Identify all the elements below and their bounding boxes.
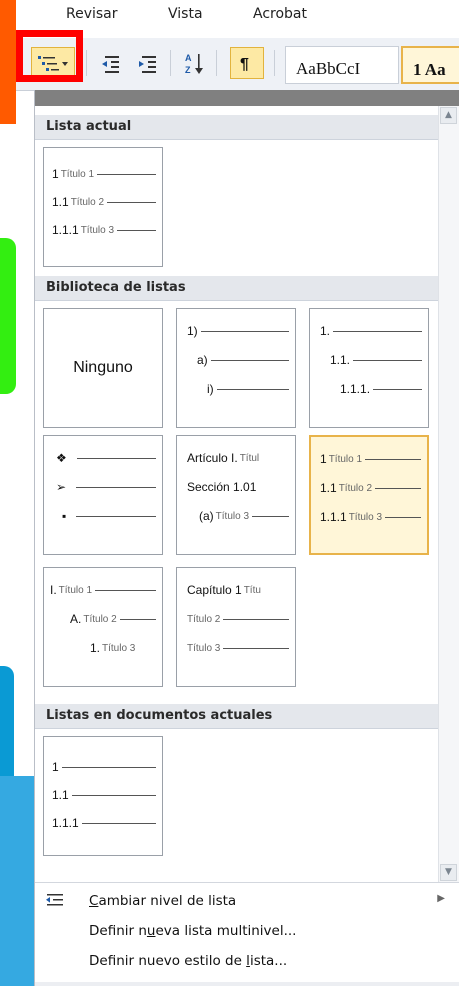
- list-level-row: 1 Título 1: [320, 451, 421, 467]
- sort-az-icon: A Z: [185, 53, 203, 75]
- list-level-row: I. Título 1: [50, 582, 156, 598]
- scroll-down-icon[interactable]: ▼: [440, 864, 457, 881]
- none-label: Ninguno: [73, 359, 133, 376]
- list-style-chapters[interactable]: Capítulo 1 Títu Título 2 Título 3: [176, 567, 296, 687]
- list-level-row: i): [207, 381, 289, 397]
- submenu-arrow-icon: ▶: [437, 893, 445, 904]
- list-level-row: (a) Título 3: [199, 508, 289, 524]
- list-level-row: 1.1.1: [52, 815, 156, 831]
- style-preview-label: AaBbCcI: [296, 59, 361, 78]
- list-level-row: Título 3: [185, 640, 289, 656]
- increase-indent-icon: [139, 56, 156, 73]
- increase-indent-button[interactable]: [132, 47, 164, 79]
- list-style-bullets[interactable]: ❖ ➢ ▪: [43, 435, 163, 555]
- list-level-row: 1.1.1.: [340, 381, 422, 397]
- style-preview-label: 1 Aa: [413, 60, 446, 79]
- svg-text:Z: Z: [185, 65, 191, 75]
- toolbar-separator: [216, 50, 217, 76]
- resize-grip[interactable]: [35, 982, 459, 986]
- list-level-row: ▪: [62, 508, 156, 524]
- decrease-indent-icon: [102, 56, 119, 73]
- sort-button[interactable]: A Z: [178, 47, 210, 79]
- list-level-row: A. Título 2: [70, 611, 156, 627]
- list-level-row: 1.1 Título 2: [320, 480, 421, 496]
- list-level-row: ➢: [56, 479, 156, 495]
- list-level-row: 1.1.: [330, 352, 422, 368]
- section-lista-actual: Lista actual: [35, 115, 439, 140]
- svg-text:¶: ¶: [240, 56, 249, 73]
- decrease-indent-button[interactable]: [95, 47, 127, 79]
- list-level-row: a): [197, 352, 289, 368]
- list-level-row: Artículo I. Títul: [187, 451, 260, 465]
- style-preview-normal[interactable]: AaBbCcI: [285, 46, 399, 84]
- menu-item-label: Cambiar nivel de lista: [89, 893, 237, 909]
- list-style-roman[interactable]: I. Título 1 A. Título 2 1. Título 3: [43, 567, 163, 687]
- current-list-tile[interactable]: 1 Título 1 1.1 Título 2 1.1.1 Título 3: [43, 147, 163, 267]
- list-level-row: 1.1.1 Título 3: [320, 509, 421, 525]
- list-level-row: Sección 1.01: [187, 480, 257, 494]
- orange-accent-bar: [0, 0, 16, 124]
- menu-cambiar-nivel[interactable]: Cambiar nivel de lista ▶: [35, 886, 459, 916]
- list-level-row: Título 2: [185, 611, 289, 627]
- show-formatting-button[interactable]: ¶: [230, 47, 264, 79]
- list-level-row: 1 Título 1: [52, 166, 156, 182]
- arrow-bullet-icon: ➢: [56, 480, 67, 494]
- style-preview-heading[interactable]: 1 Aa: [401, 46, 459, 84]
- red-highlight-frame: [16, 30, 83, 82]
- square-bullet-icon: ▪: [62, 509, 67, 523]
- list-level-row: 1.: [320, 323, 422, 339]
- menu-divider: [35, 882, 459, 883]
- list-style-articles[interactable]: Artículo I. Títul Sección 1.01 (a) Título …: [176, 435, 296, 555]
- list-level-row: 1.1.1 Título 3: [52, 222, 156, 238]
- toolbar-separator: [170, 50, 171, 76]
- multilevel-list-gallery: Lista actual 1 Título 1 1.1 Título 2 1.1.1…: [34, 90, 459, 986]
- list-level-row: ❖: [56, 450, 156, 466]
- list-level-row: Capítulo 1 Títu: [187, 583, 261, 597]
- tab-vista[interactable]: Vista: [168, 6, 203, 22]
- menu-definir-estilo[interactable]: Definir nuevo estilo de lista...: [35, 946, 459, 976]
- list-level-row: 1.1: [52, 787, 156, 803]
- list-style-decimal[interactable]: 1. 1.1. 1.1.1.: [309, 308, 429, 428]
- toolbar-separator: [274, 50, 275, 76]
- scroll-up-icon[interactable]: ▲: [440, 107, 457, 124]
- menu-definir-lista[interactable]: Definir nueva lista multinivel...: [35, 916, 459, 946]
- menu-item-label: Definir nuevo estilo de lista...: [89, 953, 288, 969]
- gallery-scrollbar[interactable]: ▲ ▼: [438, 106, 459, 882]
- green-accent-bar: [0, 238, 16, 394]
- toolbar-separator: [86, 50, 87, 76]
- section-biblioteca-de-listas: Biblioteca de listas: [35, 276, 439, 301]
- pilcrow-icon: ¶: [240, 56, 249, 73]
- svg-text:A: A: [185, 53, 192, 63]
- list-level-row: 1): [187, 323, 289, 339]
- tab-revisar[interactable]: Revisar: [66, 6, 118, 22]
- list-style-none[interactable]: Ninguno: [43, 308, 163, 428]
- list-level-row: 1.1 Título 2: [52, 194, 156, 210]
- change-level-icon: [46, 894, 63, 906]
- menu-item-label: Definir nueva lista multinivel...: [89, 923, 297, 939]
- light-blue-accent-lower: [0, 829, 24, 986]
- document-list-tile[interactable]: 1 1.1 1.1.1: [43, 736, 163, 856]
- gallery-title-bar: [35, 90, 459, 106]
- list-level-row: 1. Título 3: [90, 641, 136, 655]
- list-style-headings-selected[interactable]: 1 Título 1 1.1 Título 2 1.1.1 Título 3: [309, 435, 429, 555]
- list-style-paren[interactable]: 1) a) i): [176, 308, 296, 428]
- diamond-bullet-icon: ❖: [56, 451, 67, 465]
- list-level-row: 1: [52, 759, 156, 775]
- section-listas-en-documentos: Listas en documentos actuales: [35, 704, 439, 729]
- tab-acrobat[interactable]: Acrobat: [253, 6, 307, 22]
